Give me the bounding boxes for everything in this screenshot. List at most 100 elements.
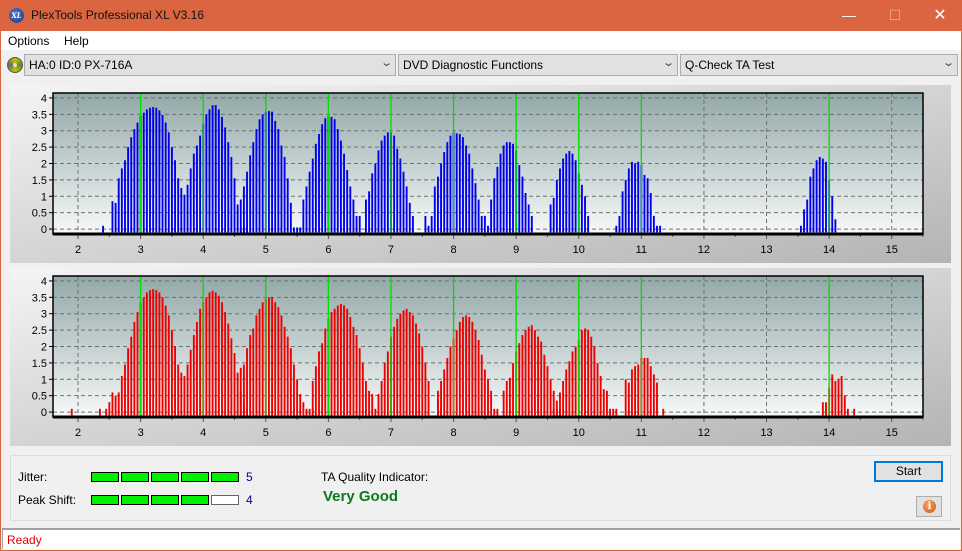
drive-select[interactable]: HA:0 ID:0 PX-716A ⌄ [24, 54, 396, 76]
histogram-bar [580, 330, 583, 416]
histogram-bar [458, 133, 461, 233]
histogram-bar [321, 343, 324, 416]
histogram-bar [227, 142, 230, 233]
jitter-label: Jitter: [18, 470, 48, 484]
histogram-bar [246, 348, 248, 416]
histogram-bar [311, 380, 314, 416]
ta-chart-bottom: 0 0.5 1 1.5 2 2.5 3 3.5 4 2 3 4 5 6 7 8 9 10 11 12 13 14 15 [10, 268, 951, 446]
minimize-button[interactable]: — [826, 0, 872, 31]
histogram-bar [440, 380, 442, 416]
close-button[interactable]: ✕ [917, 0, 962, 31]
menu-help[interactable]: Help [64, 34, 89, 48]
histogram-bar [502, 390, 505, 416]
histogram-bar [299, 227, 302, 233]
histogram-bar [180, 188, 183, 233]
histogram-bar [211, 105, 214, 233]
histogram-bar [186, 364, 189, 416]
histogram-bar [433, 186, 436, 233]
menu-options[interactable]: Options [8, 34, 49, 48]
histogram-bar [565, 153, 568, 233]
y-tick-label: 1.5 [32, 358, 47, 370]
histogram-bar [568, 151, 571, 233]
histogram-bar [449, 135, 452, 233]
histogram-bar [349, 316, 352, 416]
histogram-bar [324, 328, 327, 416]
histogram-bar [302, 402, 305, 416]
histogram-bar [224, 312, 227, 416]
histogram-bar [152, 289, 155, 416]
histogram-bar [399, 158, 402, 233]
histogram-bar [133, 129, 136, 233]
peak-shift-meter [91, 495, 241, 505]
histogram-bar [302, 199, 305, 233]
histogram-bar [424, 362, 427, 416]
histogram-bar [637, 364, 640, 416]
histogram-bar [584, 196, 586, 233]
histogram-bar [130, 137, 133, 233]
x-tick-label: 12 [698, 244, 710, 256]
histogram-bar [368, 390, 371, 416]
histogram-bar [221, 302, 223, 416]
histogram-bar [411, 315, 414, 416]
histogram-bar [490, 390, 493, 416]
jitter-segment [151, 472, 179, 482]
histogram-bar [562, 158, 565, 233]
y-tick-label: 0.5 [32, 208, 47, 220]
histogram-bar [199, 135, 202, 233]
x-tick-label: 15 [886, 244, 898, 256]
jitter-segment [121, 472, 149, 482]
x-tick-label: 2 [75, 244, 81, 256]
histogram-bar [336, 129, 339, 233]
jitter-segment [211, 472, 239, 482]
x-tick-label: 14 [823, 244, 835, 256]
peak-shift-label: Peak Shift: [18, 493, 77, 507]
x-tick-label: 12 [698, 427, 710, 439]
histogram-bar [111, 392, 114, 416]
histogram-bar [314, 366, 317, 416]
histogram-bar [415, 323, 417, 416]
histogram-bar [524, 193, 527, 233]
histogram-bar [643, 174, 646, 233]
histogram-bar [386, 132, 389, 233]
histogram-bar [505, 380, 508, 416]
histogram-bar [371, 394, 374, 416]
histogram-bar [155, 107, 158, 233]
histogram-bar [277, 129, 280, 233]
test-select[interactable]: Q-Check TA Test ⌄ [680, 54, 958, 76]
y-tick-label: 1 [41, 191, 47, 203]
histogram-bar [380, 380, 383, 416]
histogram-bar [330, 312, 333, 416]
histogram-bar [843, 395, 846, 416]
histogram-bar [818, 156, 821, 233]
status-bar: Ready [2, 528, 960, 549]
info-button[interactable]: i [916, 496, 942, 517]
histogram-bar [368, 191, 371, 233]
window-title: PlexTools Professional XL V3.16 [31, 8, 204, 22]
histogram-bar [352, 199, 355, 233]
histogram-bar [599, 376, 602, 416]
function-select[interactable]: DVD Diagnostic Functions ⌄ [398, 54, 678, 76]
histogram-bar [311, 158, 314, 233]
histogram-bar [549, 379, 552, 416]
x-tick-label: 15 [886, 427, 898, 439]
histogram-bar [421, 346, 424, 416]
histogram-bar [192, 153, 195, 233]
histogram-bar [152, 107, 155, 233]
histogram-bar [821, 402, 824, 416]
histogram-bar [333, 308, 336, 416]
histogram-bar [559, 168, 561, 233]
histogram-bar [117, 392, 120, 416]
histogram-bar [571, 351, 574, 416]
x-tick-label: 11 [636, 427, 647, 439]
histogram-bar [70, 408, 73, 416]
start-button[interactable]: Start [874, 461, 943, 482]
maximize-button[interactable]: ☐ [872, 0, 918, 31]
histogram-bar [167, 132, 170, 233]
histogram-bar [471, 168, 474, 233]
histogram-bar [102, 225, 105, 233]
histogram-bar [199, 308, 202, 416]
histogram-bar [283, 326, 286, 416]
histogram-bar [358, 215, 361, 233]
histogram-bar [502, 145, 505, 233]
histogram-bar [596, 362, 599, 416]
